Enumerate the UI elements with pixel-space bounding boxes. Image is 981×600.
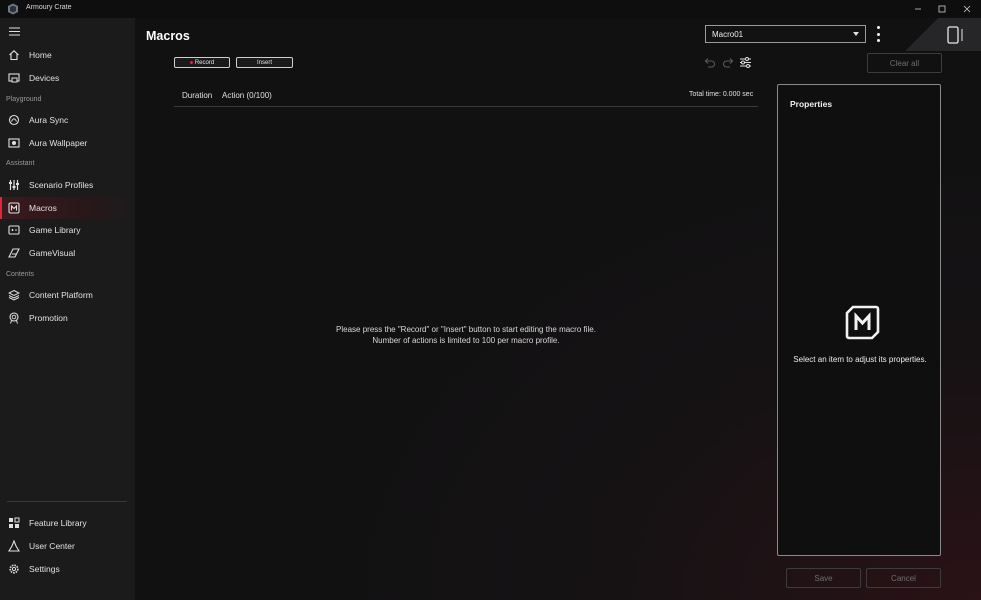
section-label-playground: Playground <box>6 96 42 103</box>
insert-button[interactable]: Insert <box>236 57 293 68</box>
aura-sync-icon <box>8 114 20 126</box>
properties-title: Properties <box>790 99 833 109</box>
sidebar-item-label: User Center <box>29 541 75 551</box>
maximize-button[interactable] <box>930 0 954 18</box>
section-label-assistant: Assistant <box>6 160 35 167</box>
sidebar-item-label: Home <box>29 50 52 60</box>
minimize-button[interactable] <box>906 0 930 18</box>
sidebar-item-home[interactable]: Home <box>0 44 135 66</box>
save-button[interactable]: Save <box>786 568 861 588</box>
close-icon <box>963 5 971 13</box>
sidebar-item-label: Feature Library <box>29 518 87 528</box>
devices-icon <box>8 73 20 83</box>
home-icon <box>9 50 19 61</box>
minimize-icon <box>915 8 921 10</box>
more-options-icon[interactable] <box>874 26 882 42</box>
clear-all-button[interactable]: Clear all <box>867 53 942 73</box>
sidebar-item-settings[interactable]: Settings <box>0 558 135 580</box>
sidebar-item-macros[interactable]: Macros <box>0 197 135 219</box>
gear-icon <box>9 564 19 574</box>
user-icon <box>8 540 20 552</box>
award-icon <box>9 312 19 324</box>
sidebar-item-label: Macros <box>29 203 57 213</box>
insert-label: Insert <box>256 59 272 66</box>
record-button[interactable]: Record <box>174 57 230 68</box>
macro-profile-value: Macro01 <box>712 30 744 39</box>
sidebar-divider <box>7 501 127 502</box>
title-bar: Armoury Crate <box>0 0 981 18</box>
sidebar-item-gamevisual[interactable]: GameVisual <box>0 242 135 264</box>
properties-panel: Properties Select an item to adjust its … <box>777 84 941 556</box>
sliders-icon <box>9 180 19 190</box>
macro-logo-icon <box>845 305 880 340</box>
header-decoration <box>906 18 981 51</box>
undo-icon[interactable] <box>703 56 716 69</box>
cancel-button[interactable]: Cancel <box>866 568 941 588</box>
sidebar-item-label: GameVisual <box>29 248 76 258</box>
record-label: Record <box>194 59 215 66</box>
armoury-crate-logo-icon <box>8 3 18 15</box>
empty-state-line: Please press the "Record" or "Insert" bu… <box>336 325 596 334</box>
sidebar-item-feature-library[interactable]: Feature Library <box>0 512 135 534</box>
device-icon[interactable] <box>945 26 965 44</box>
grid-icon <box>9 517 20 528</box>
sidebar-item-label: Settings <box>29 564 60 574</box>
sidebar-item-label: Devices <box>29 73 60 83</box>
table-header-divider <box>174 106 758 107</box>
hamburger-menu-icon[interactable] <box>9 27 20 36</box>
sidebar: Home Devices Playground Aura Sync Aura W… <box>0 18 135 600</box>
main-content: Macros Macro01 Record Insert Clear all D… <box>135 18 981 600</box>
gamevisual-icon <box>8 248 20 258</box>
record-dot-icon <box>189 61 193 64</box>
empty-state-line: Number of actions is limited to 100 per … <box>372 336 560 345</box>
sidebar-item-game-library[interactable]: Game Library <box>0 219 135 241</box>
layers-icon <box>8 289 20 301</box>
sidebar-item-label: Game Library <box>29 225 81 235</box>
properties-message: Select an item to adjust its properties. <box>793 355 927 364</box>
empty-state-message: Please press the "Record" or "Insert" bu… <box>174 324 758 346</box>
close-button[interactable] <box>955 0 979 18</box>
sidebar-item-label: Aura Wallpaper <box>29 138 88 148</box>
macro-profile-select[interactable]: Macro01 <box>705 25 866 43</box>
sidebar-item-user-center[interactable]: User Center <box>0 535 135 557</box>
sidebar-item-label: Aura Sync <box>29 115 69 125</box>
maximize-icon <box>938 5 946 13</box>
page-title: Macros <box>146 29 190 43</box>
column-header-action: Action (0/100) <box>222 91 272 100</box>
sidebar-item-label: Content Platform <box>29 290 93 300</box>
sidebar-item-label: Promotion <box>29 313 68 323</box>
sidebar-item-aura-sync[interactable]: Aura Sync <box>0 109 135 131</box>
total-time: Total time: 0.000 sec <box>689 91 754 98</box>
sidebar-item-promotion[interactable]: Promotion <box>0 307 135 329</box>
adjust-settings-icon[interactable] <box>739 56 752 69</box>
section-label-contents: Contents <box>6 271 35 278</box>
app-title: Armoury Crate <box>26 4 72 11</box>
game-library-icon <box>8 225 20 235</box>
chevron-down-icon <box>853 32 859 36</box>
sidebar-item-aura-wallpaper[interactable]: Aura Wallpaper <box>0 132 135 154</box>
sidebar-item-label: Scenario Profiles <box>29 180 94 190</box>
redo-icon[interactable] <box>722 56 735 69</box>
sidebar-item-scenario-profiles[interactable]: Scenario Profiles <box>0 174 135 196</box>
sidebar-item-devices[interactable]: Devices <box>0 67 135 89</box>
column-header-duration: Duration <box>182 91 213 100</box>
sidebar-item-content-platform[interactable]: Content Platform <box>0 284 135 306</box>
wallpaper-icon <box>8 138 20 148</box>
macro-icon <box>8 202 20 214</box>
